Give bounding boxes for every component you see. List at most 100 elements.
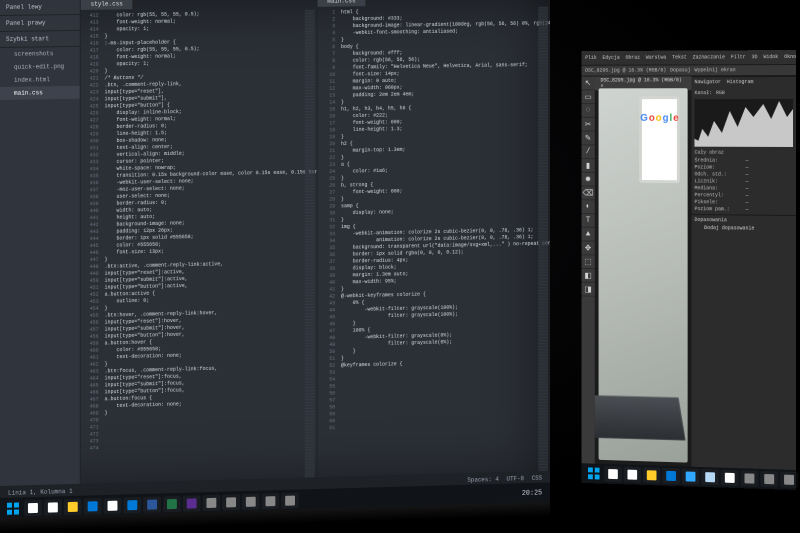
- histogram-stat: Percentyl:: [694, 192, 741, 198]
- sidebar-file[interactable]: screenshots: [0, 47, 80, 61]
- taskbar-app4-icon[interactable]: [262, 493, 280, 509]
- taskbar-ps-icon[interactable]: [682, 468, 700, 484]
- taskbar-store-icon[interactable]: [721, 470, 739, 486]
- panel-tab[interactable]: Histogram: [727, 79, 754, 85]
- sidebar-file[interactable]: main.css: [0, 86, 80, 100]
- ps-menu-item[interactable]: Warstwa: [646, 55, 666, 61]
- ps-tool-icon[interactable]: ▮: [581, 159, 594, 173]
- taskbar-word-icon[interactable]: [143, 496, 161, 512]
- taskbar-clock[interactable]: 20:25: [522, 489, 546, 498]
- ps-menu-item[interactable]: Plik: [585, 55, 597, 61]
- taskbar-mail-icon[interactable]: [123, 497, 141, 513]
- opened-photo-laptop: Google: [599, 88, 688, 462]
- histogram-stat: —: [746, 193, 794, 199]
- taskbar-explorer-icon[interactable]: [643, 467, 660, 483]
- histogram-stat: —: [746, 172, 794, 178]
- taskbar-taskview-icon[interactable]: [44, 499, 62, 515]
- minimap[interactable]: [305, 10, 315, 478]
- ps-tool-icon[interactable]: ✥: [581, 241, 594, 255]
- status-spaces[interactable]: Spaces: 4: [467, 475, 498, 483]
- status-left[interactable]: Linia 1, Kolumna 1: [8, 487, 73, 496]
- editor-tab[interactable]: main.css: [318, 0, 367, 7]
- taskbar-app2-icon[interactable]: [760, 471, 778, 488]
- photoshop-window: Plik Edycja Obraz Warstwa Tekst Zaznaczanie Fi…: [581, 50, 796, 470]
- ps-tool-icon[interactable]: ▭: [581, 90, 594, 104]
- ps-tool-icon[interactable]: T: [581, 214, 594, 228]
- taskbar-lr-icon[interactable]: [701, 469, 719, 485]
- ps-tool-icon[interactable]: ✎: [581, 132, 594, 146]
- ps-tool-icon[interactable]: ▲: [581, 228, 594, 242]
- taskbar-search-icon[interactable]: [604, 466, 621, 482]
- left-monitor: Panel lewy Panel prawy Szybki start scre…: [0, 0, 550, 520]
- histogram-stat: Średnia:: [694, 158, 741, 164]
- ps-tool-icon[interactable]: ◌: [581, 104, 594, 118]
- taskbar-edge-icon[interactable]: [84, 498, 102, 514]
- histogram-stat: —: [746, 165, 794, 171]
- taskbar-code-icon[interactable]: [183, 495, 201, 511]
- channel-value[interactable]: RGB: [716, 90, 725, 96]
- code-area[interactable]: color: rgb(55, 55, 55, 0.5); font-weight…: [105, 10, 317, 483]
- sidebar-pane-header[interactable]: Szybki start: [0, 31, 80, 48]
- ps-option-item[interactable]: DSC_8295.jpg @ 16.3% (RGB/8): [585, 67, 666, 73]
- taskbar-app1-icon[interactable]: [741, 470, 759, 487]
- editor-pane-left[interactable]: style.css 412413414415416417418419420421…: [80, 0, 317, 498]
- taskbar-start-icon[interactable]: [585, 465, 602, 481]
- google-logo-letter: o: [649, 112, 655, 123]
- histogram-stat: —: [746, 207, 794, 213]
- ps-menu-item[interactable]: Zaznaczanie: [693, 54, 725, 60]
- taskbar-store-icon[interactable]: [104, 498, 122, 514]
- ps-tool-icon[interactable]: ✹: [581, 173, 594, 187]
- taskbar-search-icon[interactable]: [24, 500, 42, 516]
- taskbar-app5-icon[interactable]: [281, 492, 299, 508]
- ps-menu-item[interactable]: Edycja: [602, 55, 619, 61]
- status-lang[interactable]: CSS: [532, 474, 542, 481]
- ps-tool-icon[interactable]: ◐: [581, 200, 594, 214]
- ps-tool-icon[interactable]: ✂: [581, 118, 594, 132]
- ps-tool-icon[interactable]: ⌫: [581, 187, 594, 201]
- code-area[interactable]: html { background: #333; background-imag…: [341, 7, 550, 477]
- taskbar-app1-icon[interactable]: [203, 495, 221, 511]
- minimap[interactable]: [538, 7, 548, 471]
- taskbar-taskview-icon[interactable]: [624, 467, 641, 483]
- editor-tab[interactable]: style.css: [81, 0, 134, 10]
- taskbar-start-icon[interactable]: [4, 500, 22, 517]
- adjustment-item[interactable]: Dodaj dopasowanie: [694, 223, 793, 234]
- ps-canvas[interactable]: DSC_8295.jpg @ 16.3% (RGB/8) × Google: [595, 76, 692, 466]
- ps-menu-item[interactable]: Widok: [763, 54, 778, 60]
- panel-tab[interactable]: Nawigator: [694, 79, 720, 85]
- ps-tool-icon[interactable]: /: [581, 145, 594, 159]
- sidebar-pane-header[interactable]: Panel lewy: [0, 0, 80, 16]
- ps-tool-icon[interactable]: ↖: [581, 77, 594, 91]
- ps-option-item[interactable]: Wypełnij ekran: [695, 67, 736, 73]
- status-encoding[interactable]: UTF-8: [507, 475, 524, 482]
- histogram-stat: Mediana:: [694, 185, 741, 191]
- ps-menu-item[interactable]: Obraz: [626, 55, 641, 61]
- ps-menu-item[interactable]: Okno: [784, 54, 796, 60]
- photo-scene: Panel lewy Panel prawy Szybki start scre…: [0, 0, 800, 533]
- ps-tool-icon[interactable]: ◨: [581, 283, 594, 297]
- sidebar-pane-header[interactable]: Panel prawy: [0, 15, 80, 32]
- google-logo-letter: g: [663, 112, 669, 123]
- sidebar-file[interactable]: index.html: [0, 73, 80, 87]
- taskbar-app2-icon[interactable]: [222, 494, 240, 510]
- sidebar-file[interactable]: quick-edit.png: [0, 60, 80, 74]
- line-gutter: 4124134144154164174184194204214224234244…: [81, 13, 103, 484]
- taskbar-app3-icon[interactable]: [242, 494, 260, 510]
- ps-adjustments-panel[interactable]: Dopasowania Dodaj dopasowanie: [692, 214, 796, 236]
- line-number: 474: [81, 445, 103, 453]
- panel-tab[interactable]: Dopasowania: [694, 217, 726, 223]
- taskbar-edge-icon[interactable]: [662, 468, 680, 484]
- ps-histogram-panel[interactable]: Nawigator Histogram Kanał: RGB Cał: [692, 76, 796, 215]
- ps-menu-item[interactable]: Tekst: [672, 55, 687, 61]
- google-logo-letter: G: [640, 112, 648, 123]
- ps-menu-item[interactable]: 3D: [752, 54, 758, 60]
- ps-menu-item[interactable]: Filtr: [731, 54, 746, 60]
- ps-option-item[interactable]: Dopasuj: [670, 67, 690, 73]
- taskbar-explorer-icon[interactable]: [64, 499, 82, 515]
- taskbar-excel-icon[interactable]: [163, 496, 181, 512]
- ps-tool-icon[interactable]: ⬚: [581, 255, 594, 269]
- editor-pane-right[interactable]: main.css 1234567891011121314151617181920…: [317, 0, 550, 491]
- ps-tool-icon[interactable]: ◧: [581, 269, 594, 283]
- ps-options-bar: DSC_8295.jpg @ 16.3% (RGB/8) Dopasuj Wypeł…: [581, 64, 796, 77]
- taskbar-app3-icon[interactable]: [780, 471, 798, 488]
